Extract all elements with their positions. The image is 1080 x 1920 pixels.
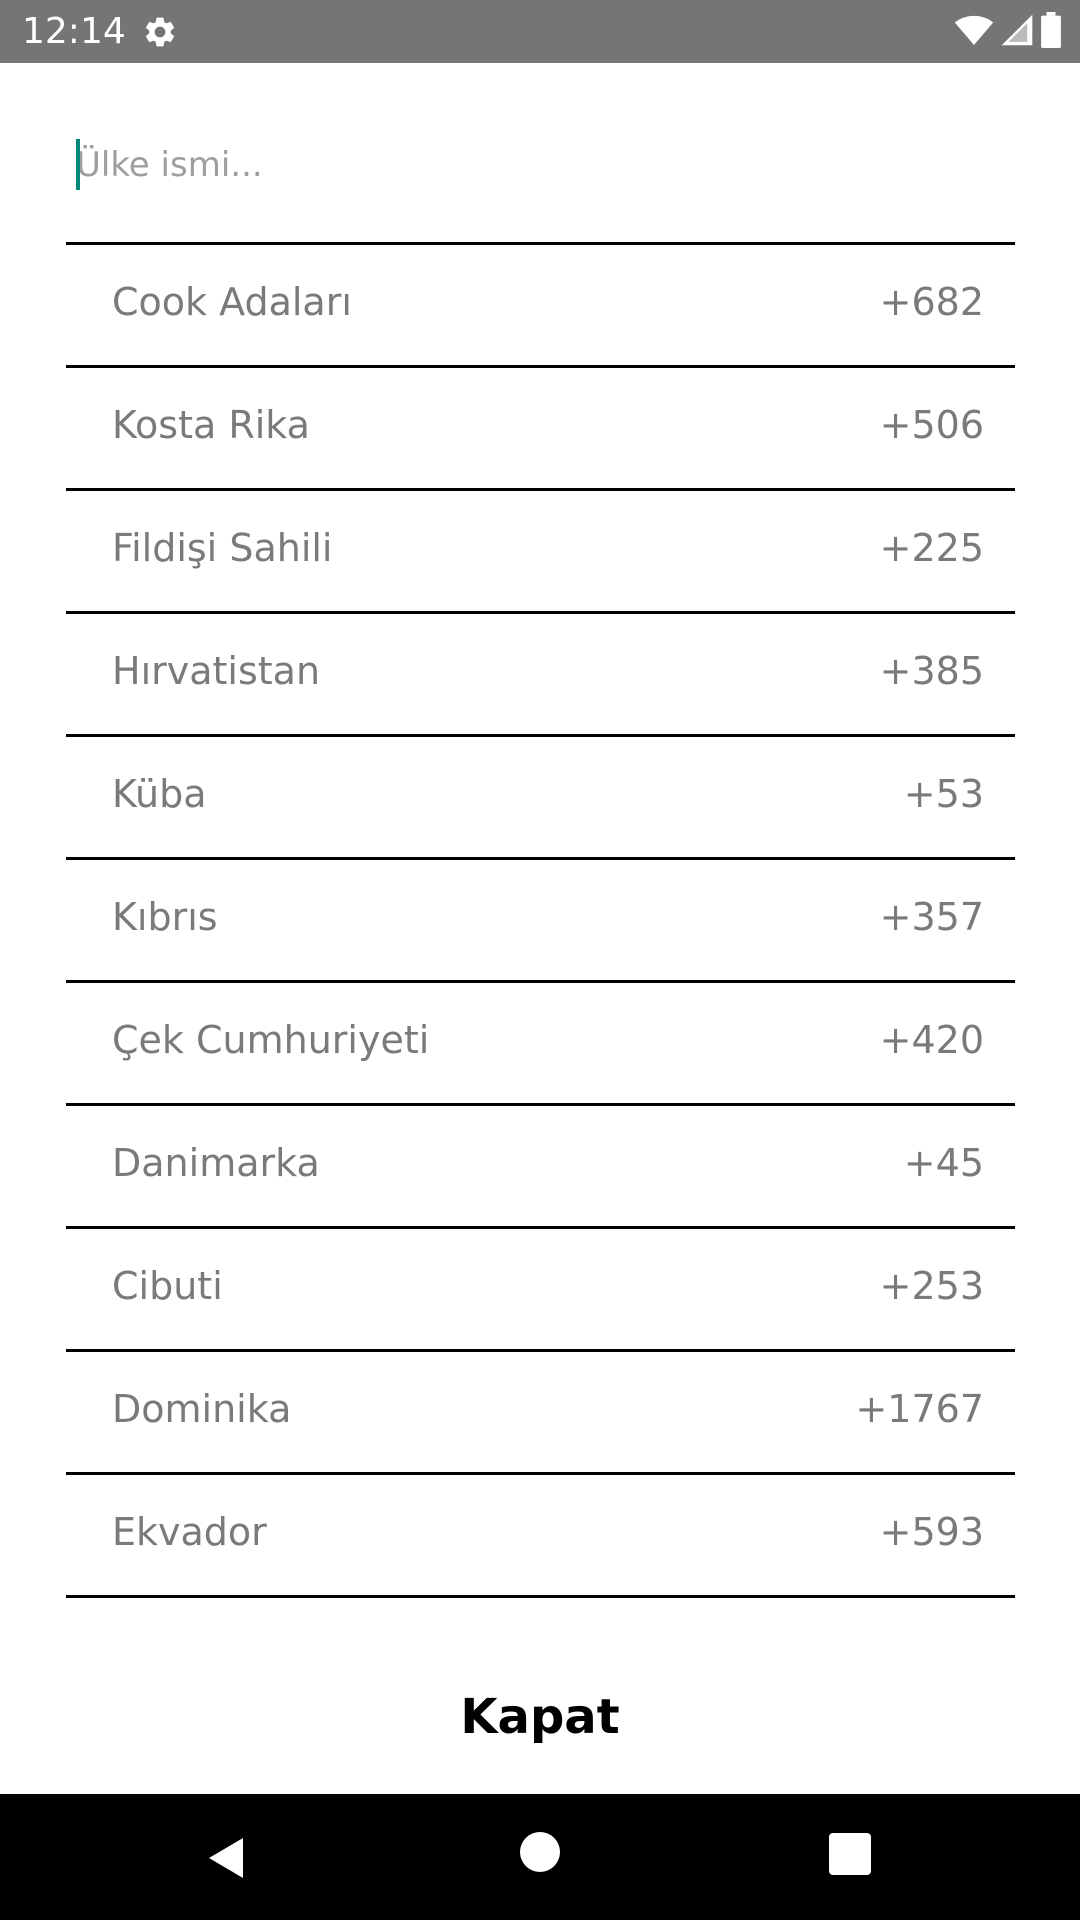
country-row[interactable]: Cibuti +253 xyxy=(66,1229,1015,1352)
country-search-input[interactable] xyxy=(76,135,996,195)
country-dial-code: +53 xyxy=(903,772,984,816)
country-name: Küba xyxy=(112,772,207,816)
country-name: Dominika xyxy=(112,1387,292,1431)
wifi-icon xyxy=(954,12,994,52)
country-dial-code: +506 xyxy=(879,403,984,447)
text-cursor xyxy=(76,139,80,190)
country-dial-code: +385 xyxy=(879,649,984,693)
country-row[interactable]: Küba +53 xyxy=(66,737,1015,860)
country-dial-code: +593 xyxy=(879,1510,984,1554)
country-dial-code: +45 xyxy=(903,1141,984,1185)
country-row[interactable]: Hırvatistan +385 xyxy=(66,614,1015,737)
country-name: Cibuti xyxy=(112,1264,223,1308)
country-row[interactable]: Fildişi Sahili +225 xyxy=(66,491,1015,614)
country-name: Danimarka xyxy=(112,1141,320,1185)
country-name: Cook Adaları xyxy=(112,280,352,324)
country-row[interactable]: Dominika +1767 xyxy=(66,1352,1015,1475)
country-dial-code: +225 xyxy=(879,526,984,570)
country-name: Hırvatistan xyxy=(112,649,321,693)
status-icons xyxy=(954,12,1062,52)
country-dial-code: +253 xyxy=(879,1264,984,1308)
gear-icon xyxy=(142,14,178,50)
country-name: Kosta Rika xyxy=(112,403,310,447)
status-bar: 12:14 xyxy=(0,0,1080,63)
country-row[interactable]: Çek Cumhuriyeti +420 xyxy=(66,983,1015,1106)
close-button[interactable]: Kapat xyxy=(390,1680,690,1752)
navigation-bar xyxy=(0,1794,1080,1920)
home-icon[interactable] xyxy=(520,1832,560,1872)
country-name: Kıbrıs xyxy=(112,895,218,939)
signal-icon xyxy=(1000,12,1034,52)
country-row[interactable]: Kıbrıs +357 xyxy=(66,860,1015,983)
country-dial-code: +420 xyxy=(879,1018,984,1062)
country-name: Fildişi Sahili xyxy=(112,526,333,570)
country-dial-code: +357 xyxy=(879,895,984,939)
battery-icon xyxy=(1040,12,1062,52)
country-name: Çek Cumhuriyeti xyxy=(112,1018,430,1062)
status-time: 12:14 xyxy=(22,11,126,52)
country-list[interactable]: Cook Adaları +682 Kosta Rika +506 Fildişi Sa… xyxy=(66,242,1015,1598)
back-icon[interactable] xyxy=(203,1834,251,1882)
recents-icon[interactable] xyxy=(829,1833,871,1875)
country-row[interactable]: Cook Adaları +682 xyxy=(66,245,1015,368)
country-name: Ekvador xyxy=(112,1510,267,1554)
country-row[interactable]: Kosta Rika +506 xyxy=(66,368,1015,491)
country-dial-code: +682 xyxy=(879,280,984,324)
country-row[interactable]: Ekvador +593 xyxy=(66,1475,1015,1598)
country-row[interactable]: Danimarka +45 xyxy=(66,1106,1015,1229)
country-dial-code: +1767 xyxy=(855,1387,984,1431)
